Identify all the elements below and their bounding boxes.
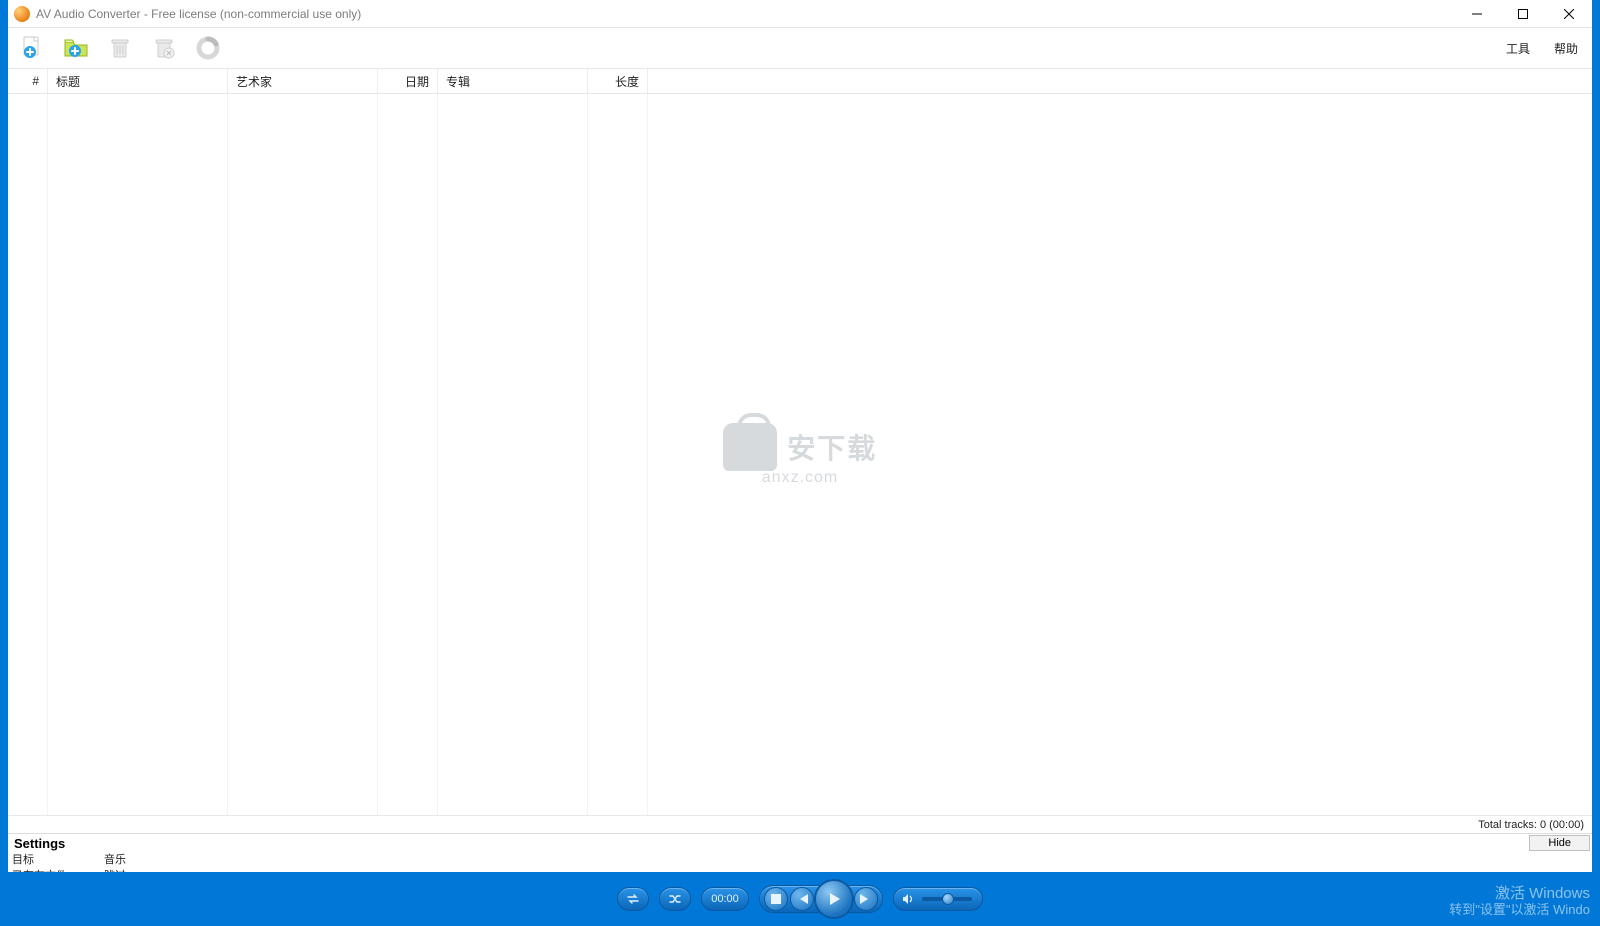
convert-button[interactable]: [190, 30, 226, 66]
delete-button[interactable]: [102, 30, 138, 66]
list-header: # 标题 艺术家 日期 专辑 长度: [8, 68, 1592, 94]
add-folder-button[interactable]: [58, 30, 94, 66]
app-icon: [14, 6, 30, 22]
delete-all-button[interactable]: [146, 30, 182, 66]
lock-icon: [723, 423, 777, 471]
menu-tools[interactable]: 工具: [1498, 36, 1538, 61]
col-title[interactable]: 标题: [48, 69, 228, 93]
close-button[interactable]: [1546, 0, 1592, 28]
window-title: AV Audio Converter - Free license (non-c…: [36, 7, 1454, 21]
time-display: 00:00: [701, 887, 749, 911]
stop-button[interactable]: [764, 887, 788, 911]
menu-help[interactable]: 帮助: [1546, 36, 1586, 61]
settings-target-label: 目标: [12, 852, 104, 868]
app-window: AV Audio Converter - Free license (non-c…: [8, 0, 1592, 918]
volume-icon: [902, 893, 914, 905]
col-date[interactable]: 日期: [378, 69, 438, 93]
add-file-button[interactable]: [14, 30, 50, 66]
watermark-cn: 安下载: [787, 427, 877, 467]
toolbar: 工具 帮助: [8, 28, 1592, 68]
prev-button[interactable]: [790, 887, 814, 911]
watermark-url: anxz.com: [700, 469, 900, 487]
col-artist[interactable]: 艺术家: [228, 69, 378, 93]
track-list[interactable]: 安下载 anxz.com: [8, 94, 1592, 815]
maximize-button[interactable]: [1500, 0, 1546, 28]
volume-thumb[interactable]: [942, 893, 954, 905]
transport-controls: [759, 885, 883, 913]
player-bar: 00:00: [0, 872, 1600, 926]
settings-row-target[interactable]: 目标 音乐: [12, 852, 1588, 868]
total-tracks: Total tracks: 0 (00:00): [8, 815, 1592, 833]
repeat-button[interactable]: [617, 887, 649, 911]
col-length[interactable]: 长度: [588, 69, 648, 93]
next-button[interactable]: [854, 887, 878, 911]
play-button[interactable]: [814, 879, 854, 919]
col-album[interactable]: 专辑: [438, 69, 588, 93]
titlebar: AV Audio Converter - Free license (non-c…: [8, 0, 1592, 28]
watermark: 安下载 anxz.com: [700, 423, 900, 487]
settings-target-value: 音乐: [104, 852, 1588, 868]
hide-settings-button[interactable]: Hide: [1529, 835, 1590, 851]
col-number[interactable]: #: [8, 69, 48, 93]
shuffle-button[interactable]: [659, 887, 691, 911]
volume-slider[interactable]: [922, 897, 972, 901]
volume-control[interactable]: [893, 887, 983, 911]
minimize-button[interactable]: [1454, 0, 1500, 28]
settings-heading: Settings: [8, 836, 71, 851]
